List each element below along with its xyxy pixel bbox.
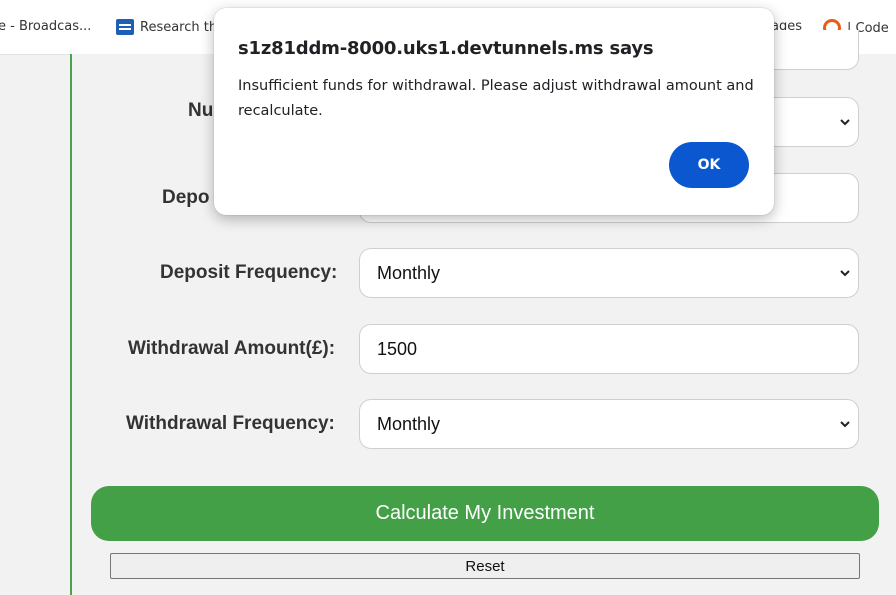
deposit-frequency-select[interactable]: Monthly xyxy=(359,248,859,298)
calculate-button[interactable]: Calculate My Investment xyxy=(91,486,879,541)
withdrawal-amount-value: 1500 xyxy=(377,338,418,359)
field-label-withdrawal-frequency: Withdrawal Frequency: xyxy=(126,413,335,434)
field-label-deposit-frequency: Deposit Frequency: xyxy=(160,262,338,283)
chevron-down-icon xyxy=(840,119,850,126)
withdrawal-frequency-select[interactable]: Monthly xyxy=(359,399,859,449)
withdrawal-amount-input[interactable]: 1500 xyxy=(359,324,859,374)
document-icon xyxy=(116,19,134,35)
reset-button[interactable]: Reset xyxy=(110,553,860,579)
field-label-withdrawal-amount: Withdrawal Amount(£): xyxy=(128,338,336,359)
dialog-title: s1z81ddm-8000.uks1.devtunnels.ms says xyxy=(238,38,654,59)
chevron-down-icon xyxy=(840,270,850,277)
deposit-frequency-value: Monthly xyxy=(377,262,441,283)
ok-button[interactable]: OK xyxy=(669,142,749,188)
alert-dialog: s1z81ddm-8000.uks1.devtunnels.ms says In… xyxy=(214,8,774,215)
bookmark-label: e - Broadcas... xyxy=(0,19,92,34)
chevron-down-icon xyxy=(840,421,850,428)
bookmark-research[interactable]: Research th xyxy=(116,19,217,35)
bookmark-broadcast[interactable]: e - Broadcas... xyxy=(0,19,91,34)
field-label-number: Nu xyxy=(188,100,214,121)
withdrawal-frequency-value: Monthly xyxy=(377,413,441,434)
bookmark-label: Research th xyxy=(140,19,218,35)
dialog-message: Insufficient funds for withdrawal. Pleas… xyxy=(238,78,754,119)
field-label-deposit: Depo xyxy=(162,187,210,208)
